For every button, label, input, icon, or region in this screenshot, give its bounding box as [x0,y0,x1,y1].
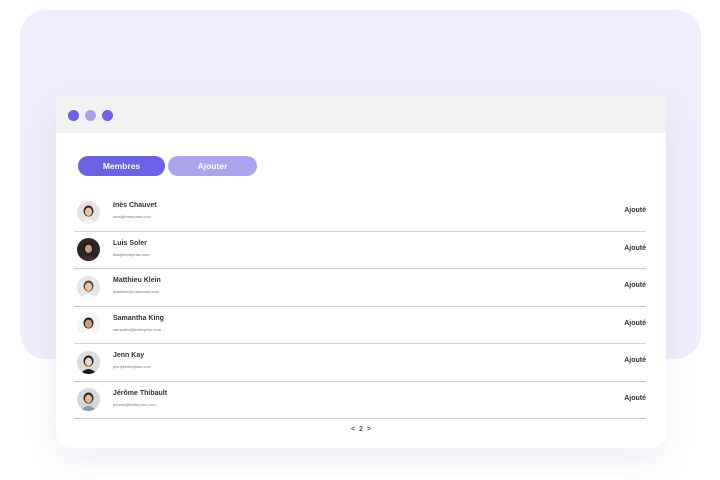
member-row[interactable]: Jenn Kay jenn@entreprise.com Ajouté [74,344,646,382]
avatar-face [84,207,93,216]
avatar-photo-icon [77,238,100,262]
member-status: Ajouté [624,282,646,290]
avatar [77,200,100,224]
pager-prev-button[interactable]: < [350,426,356,433]
tab-membres[interactable]: Membres [78,156,165,176]
pager-current-page: 2 [359,426,363,433]
member-status: Ajouté [624,394,646,402]
title-bar [56,96,666,133]
pagination: < 2 > [56,426,666,433]
member-row[interactable]: Matthieu Klein matthieu@entreprise.com Ajo… [74,269,646,307]
avatar-face [84,357,93,366]
member-status: Ajouté [624,319,646,327]
member-status: Ajouté [624,207,646,215]
member-name: Matthieu Klein [113,277,161,284]
member-list: Inès Chauvet ines@entreprise.com Ajouté Lui… [74,194,646,419]
app-window: Membres Ajouter Inès Chauvet ines@entrepr… [56,96,666,448]
avatar-photo-icon [77,313,100,337]
member-email: samantha@entreprise.com [113,326,162,332]
avatar-face [84,394,93,404]
member-row[interactable]: Samantha King samantha@entreprise.com Ajou… [74,307,646,344]
member-name: Inès Chauvet [113,202,157,209]
tab-ajouter[interactable]: Ajouter [168,156,257,176]
avatar [77,388,100,412]
member-email: jerome@entreprise.com [113,401,156,407]
pager-next-button[interactable]: > [366,426,372,433]
member-row[interactable]: Inès Chauvet ines@entreprise.com Ajouté [74,194,646,232]
member-email: matthieu@entreprise.com [113,289,159,294]
avatar-face [84,244,93,254]
member-email: ines@entreprise.com [113,214,151,219]
avatar-photo-icon [77,275,100,299]
avatar [77,313,100,337]
window-dot-minimize[interactable] [85,110,96,121]
avatar-photo-icon [77,350,100,374]
avatar [77,275,100,299]
member-row[interactable]: Jérôme Thibault jerome@entreprise.com Ajou… [74,382,646,419]
member-name: Jenn Kay [113,352,145,359]
window-dot-maximize[interactable] [102,110,113,121]
member-name: Samantha King [113,314,164,322]
member-name: Jérôme Thibault [113,389,168,397]
window-dot-close[interactable] [68,110,79,121]
member-name: Luis Soler [113,239,147,247]
avatar-photo-icon [77,388,100,412]
avatar [77,350,100,374]
avatar-face [84,282,93,291]
avatar-photo-icon [77,200,100,224]
member-email: jenn@entreprise.com [113,364,152,369]
member-email: luis@entreprise.com [113,251,150,257]
member-status: Ajouté [624,357,646,365]
avatar-face [84,319,93,329]
avatar [77,238,100,262]
member-status: Ajouté [624,244,646,252]
member-row[interactable]: Luis Soler luis@entreprise.com Ajouté [74,232,646,269]
